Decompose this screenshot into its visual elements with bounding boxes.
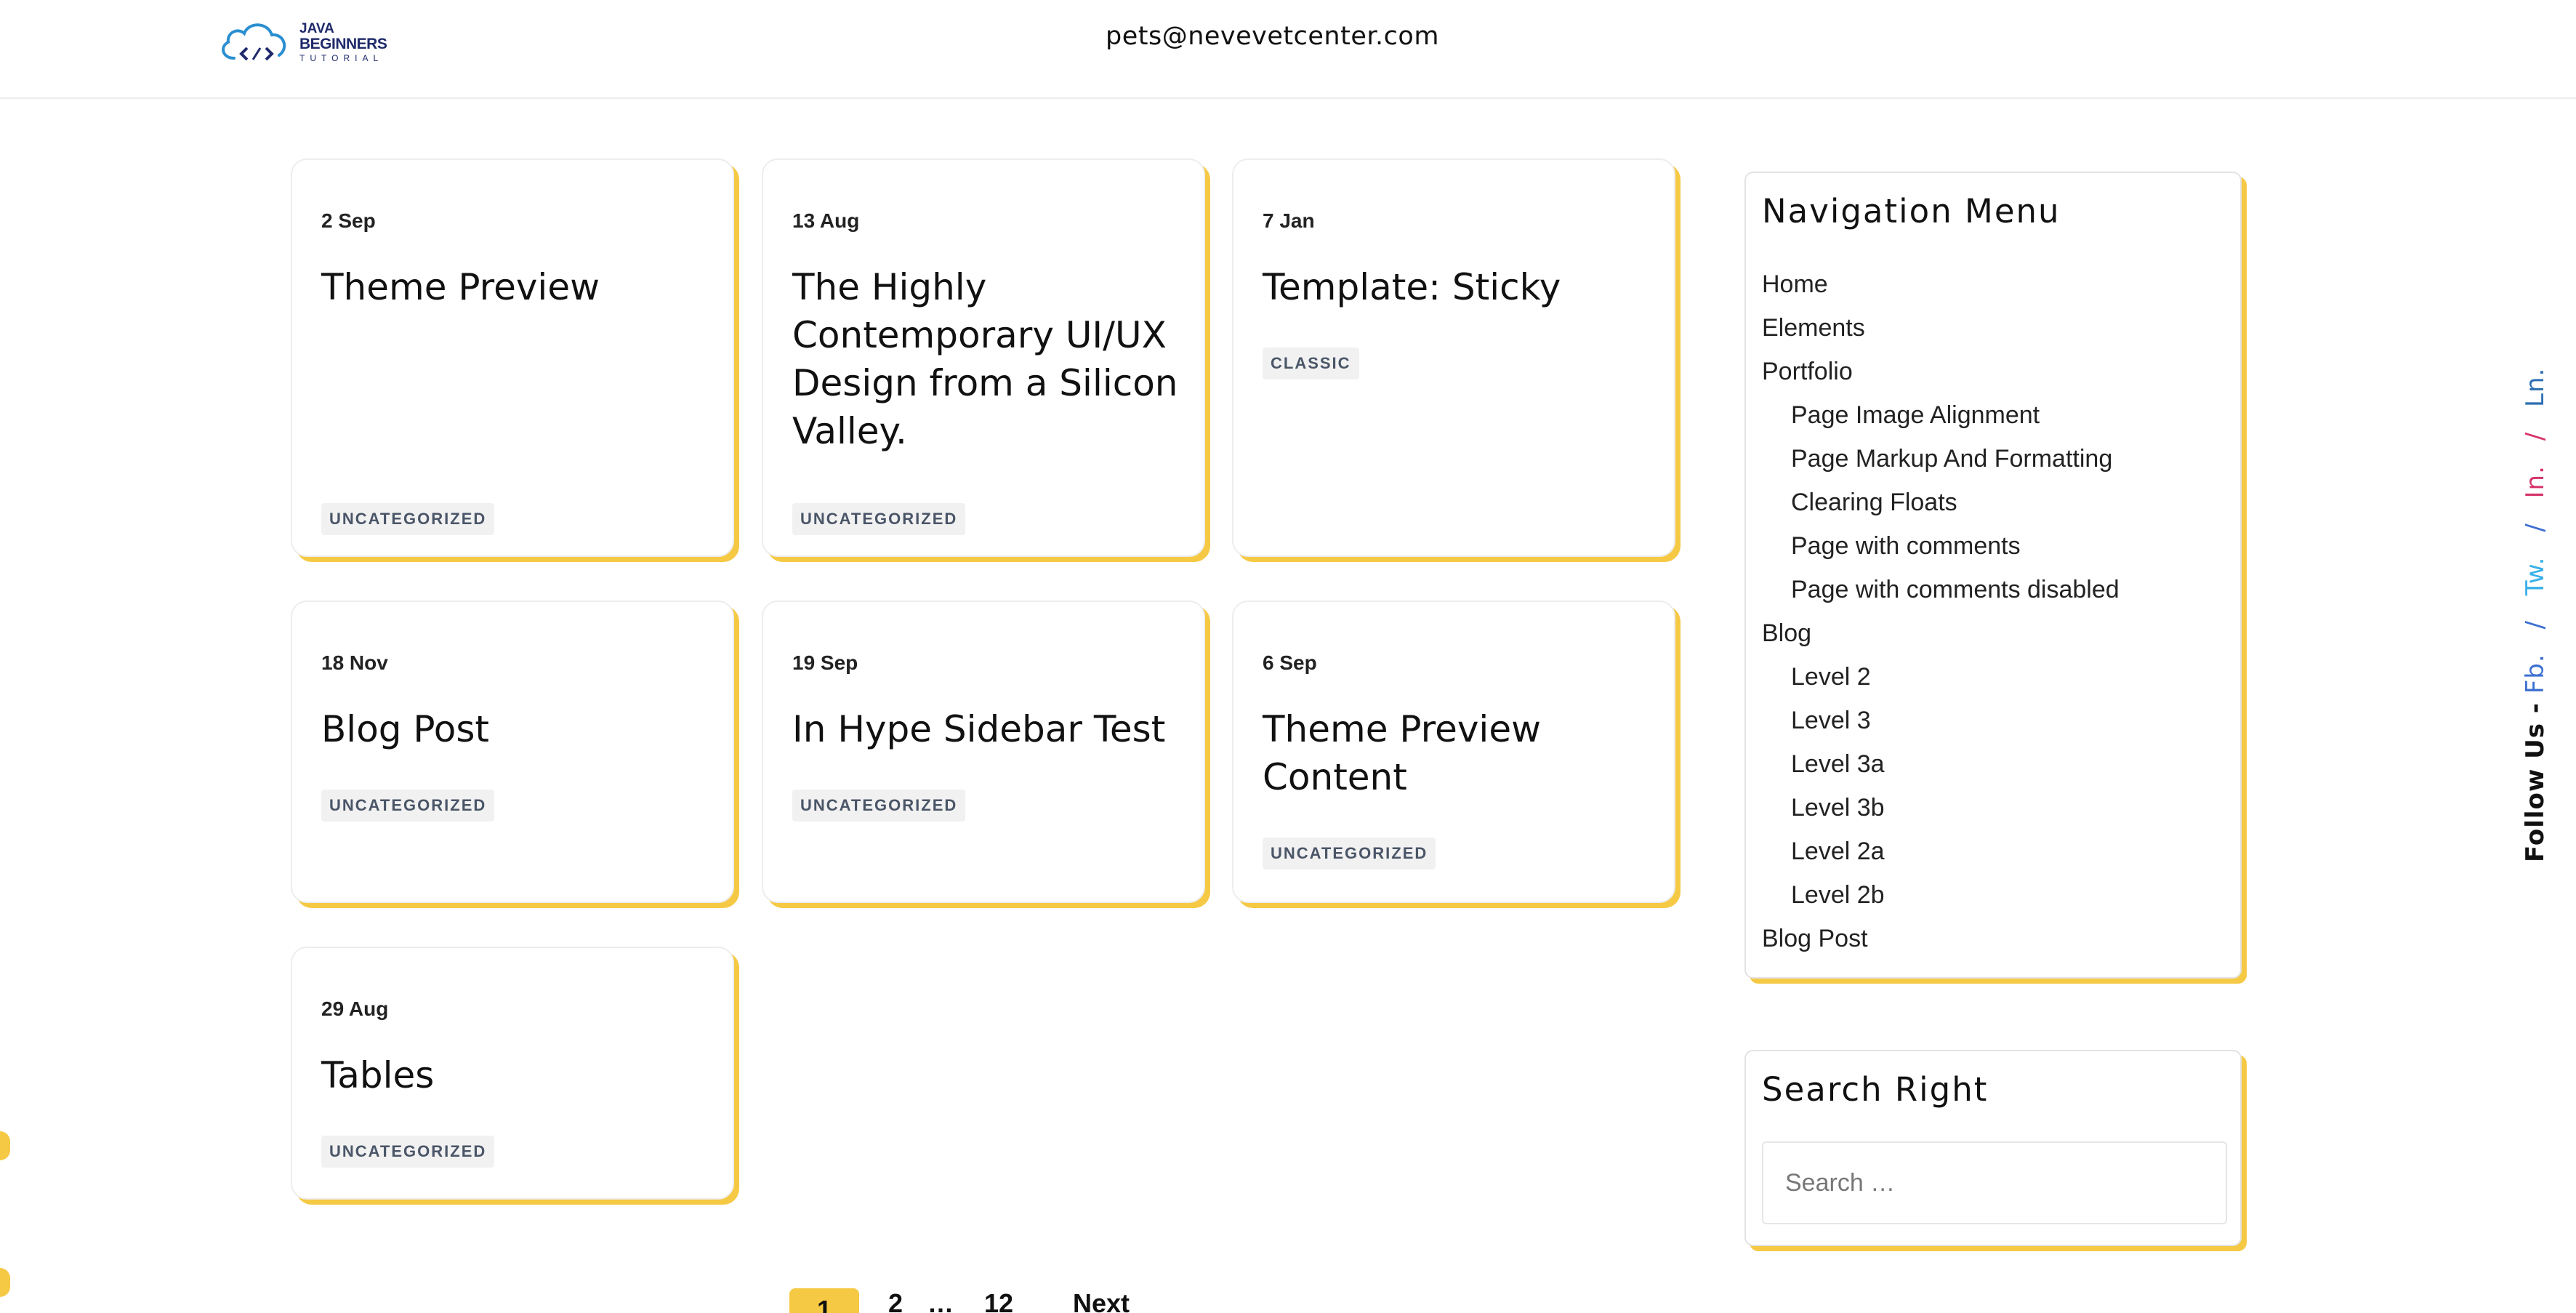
nav-item-page-markup[interactable]: Page Markup And Formatting	[1791, 445, 2112, 473]
cloud-code-icon	[222, 23, 286, 61]
nav-item-level-2b[interactable]: Level 2b	[1791, 881, 1885, 910]
pagination-ellipsis: …	[927, 1288, 954, 1313]
logo-text-tutorial: TUTORIAL	[299, 53, 384, 63]
post-title[interactable]: Theme Preview Content	[1263, 705, 1652, 801]
instagram-link[interactable]: In.	[2521, 465, 2550, 498]
nav-item-home[interactable]: Home	[1762, 270, 1828, 299]
search-widget: Search Right	[1744, 1050, 2242, 1246]
post-date: 6 Sep	[1263, 651, 1317, 674]
category-badge[interactable]: CLASSIC	[1263, 348, 1359, 380]
nav-item-page-image-alignment[interactable]: Page Image Alignment	[1791, 401, 2040, 430]
post-title[interactable]: The Highly Contemporary UI/UX Design fro…	[792, 263, 1182, 455]
nav-item-level-2[interactable]: Level 2	[1791, 663, 1871, 691]
site-header: JAVA BEGINNERS TUTORIAL pets@nevevetcent…	[0, 0, 2576, 99]
category-badge[interactable]: UNCATEGORIZED	[321, 790, 495, 822]
post-card[interactable]: 18 Nov Blog Post UNCATEGORIZED	[291, 601, 734, 903]
widget-title: Search Right	[1762, 1070, 1989, 1109]
left-edge-decoration	[0, 1131, 10, 1160]
post-card[interactable]: 2 Sep Theme Preview UNCATEGORIZED	[291, 158, 734, 557]
separator: /	[2521, 620, 2550, 630]
follow-us-links: Follow Us - Fb. / Tw. / In. / Ln.	[2521, 368, 2550, 862]
search-input[interactable]	[1762, 1141, 2227, 1224]
post-title[interactable]: Blog Post	[321, 705, 711, 753]
category-badge[interactable]: UNCATEGORIZED	[321, 503, 495, 535]
nav-item-elements[interactable]: Elements	[1762, 314, 1865, 342]
logo-text-java: JAVA	[299, 21, 334, 36]
logo-text-beginners: BEGINNERS	[299, 36, 387, 52]
post-title[interactable]: Theme Preview	[321, 263, 711, 311]
nav-item-level-3[interactable]: Level 3	[1791, 707, 1871, 735]
left-edge-decoration	[0, 1268, 10, 1297]
follow-us-label: Follow Us -	[2521, 702, 2550, 862]
nav-item-blog[interactable]: Blog	[1762, 619, 1811, 648]
navigation-menu-widget: Navigation Menu Home Elements Portfolio …	[1744, 172, 2242, 979]
post-date: 13 Aug	[792, 209, 860, 232]
site-logo[interactable]: JAVA BEGINNERS TUTORIAL	[218, 16, 393, 68]
pagination-page-last[interactable]: 12	[984, 1288, 1013, 1313]
category-badge[interactable]: UNCATEGORIZED	[321, 1136, 495, 1168]
post-date: 7 Jan	[1263, 209, 1315, 232]
nav-item-level-3a[interactable]: Level 3a	[1791, 750, 1885, 779]
post-card[interactable]: 13 Aug The Highly Contemporary UI/UX Des…	[762, 158, 1205, 557]
post-date: 29 Aug	[321, 997, 389, 1020]
pagination-next[interactable]: Next	[1073, 1288, 1130, 1313]
category-badge[interactable]: UNCATEGORIZED	[792, 790, 966, 822]
post-card[interactable]: 7 Jan Template: Sticky CLASSIC	[1232, 158, 1675, 557]
linkedin-link[interactable]: Ln.	[2521, 368, 2550, 407]
header-email-link[interactable]: pets@nevevetcenter.com	[1106, 22, 1439, 51]
post-date: 19 Sep	[792, 651, 858, 674]
post-title[interactable]: Tables	[321, 1051, 711, 1099]
post-title[interactable]: In Hype Sidebar Test	[792, 705, 1182, 753]
nav-item-page-comments-disabled[interactable]: Page with comments disabled	[1791, 576, 2120, 604]
facebook-link[interactable]: Fb.	[2521, 654, 2550, 694]
nav-item-portfolio[interactable]: Portfolio	[1762, 358, 1853, 386]
post-title[interactable]: Template: Sticky	[1263, 263, 1652, 311]
separator: /	[2521, 523, 2550, 532]
post-card[interactable]: 29 Aug Tables UNCATEGORIZED	[291, 947, 734, 1200]
widget-title: Navigation Menu	[1762, 192, 2061, 230]
separator: /	[2521, 431, 2550, 441]
nav-item-level-2a[interactable]: Level 2a	[1791, 838, 1885, 866]
pagination-current-page[interactable]: 1	[789, 1288, 859, 1313]
category-badge[interactable]: UNCATEGORIZED	[1263, 838, 1436, 870]
post-card[interactable]: 6 Sep Theme Preview Content UNCATEGORIZE…	[1232, 601, 1675, 903]
nav-item-page-with-comments[interactable]: Page with comments	[1791, 532, 2021, 561]
nav-item-blog-post[interactable]: Blog Post	[1762, 925, 1868, 953]
post-date: 2 Sep	[321, 209, 376, 232]
category-badge[interactable]: UNCATEGORIZED	[792, 503, 966, 535]
twitter-link[interactable]: Tw.	[2521, 557, 2550, 596]
post-date: 18 Nov	[321, 651, 388, 674]
nav-item-level-3b[interactable]: Level 3b	[1791, 794, 1885, 822]
nav-item-clearing-floats[interactable]: Clearing Floats	[1791, 489, 1957, 517]
post-card[interactable]: 19 Sep In Hype Sidebar Test UNCATEGORIZE…	[762, 601, 1205, 903]
pagination-page-2[interactable]: 2	[888, 1288, 903, 1313]
